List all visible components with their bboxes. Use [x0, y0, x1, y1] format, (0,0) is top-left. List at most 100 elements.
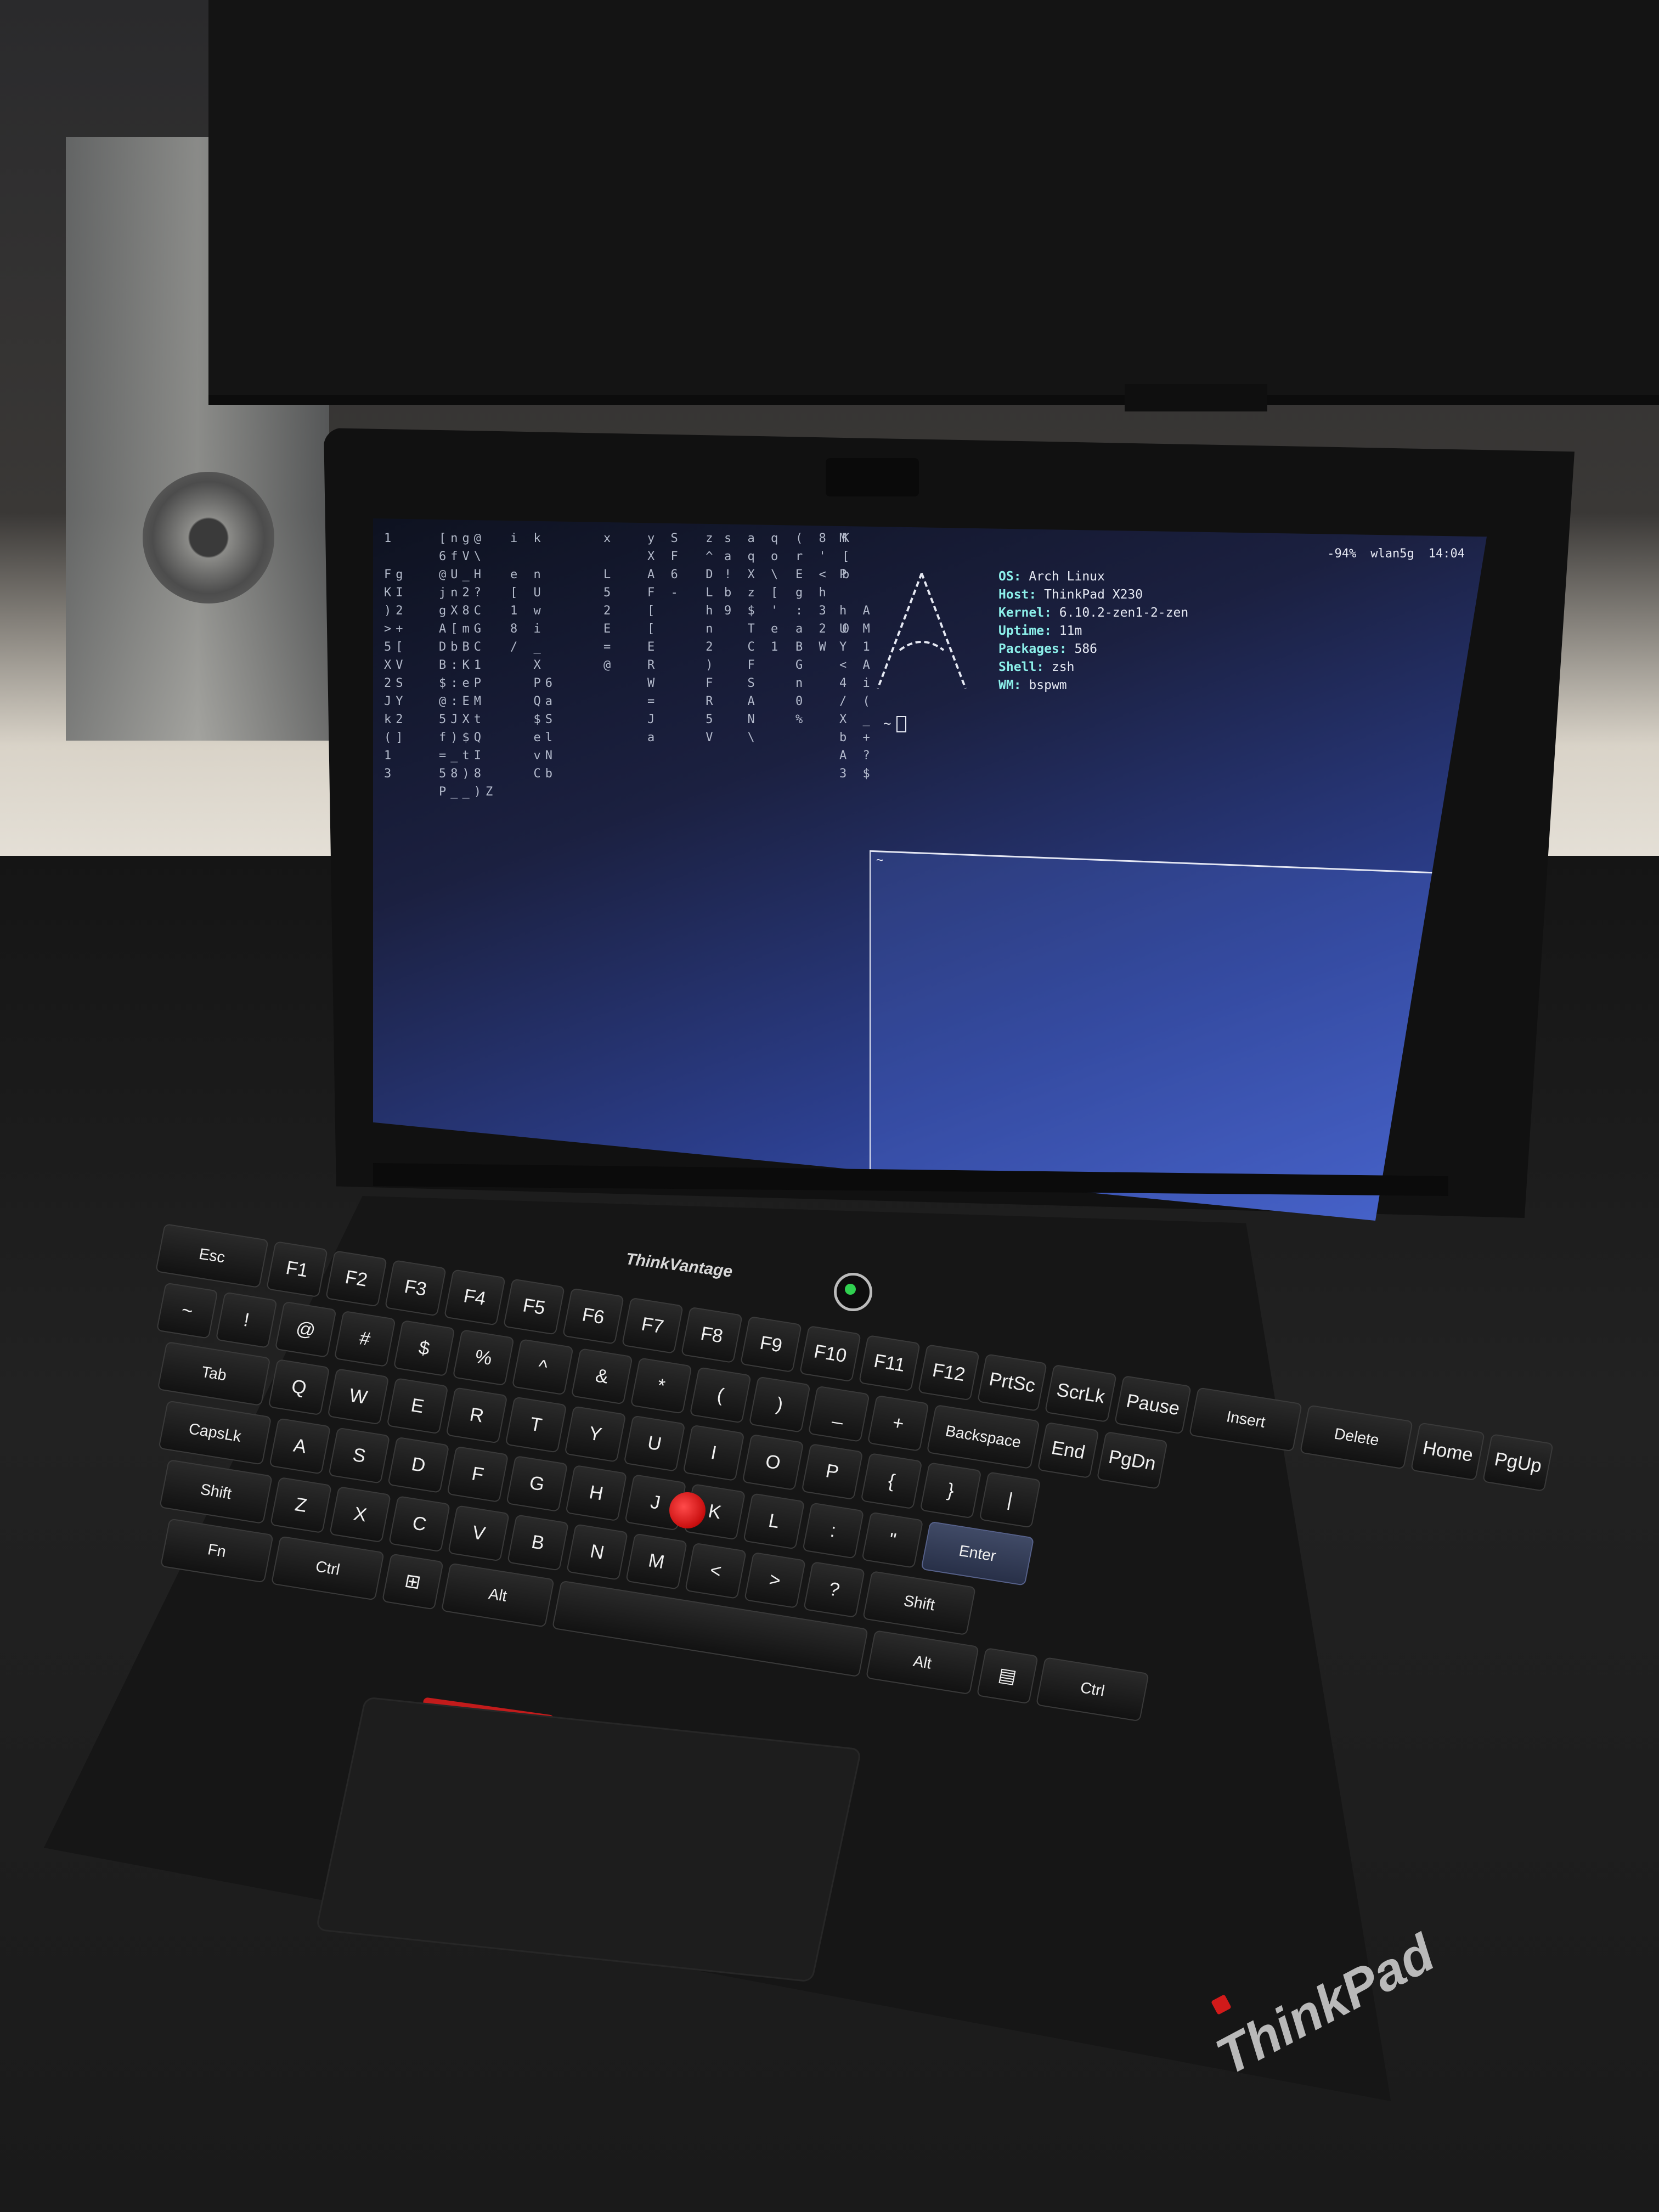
key-o[interactable]: O: [742, 1434, 804, 1491]
key-"[interactable]: ": [861, 1511, 924, 1568]
key-?[interactable]: ?: [803, 1561, 866, 1618]
key-pgdn[interactable]: PgDn: [1096, 1431, 1168, 1489]
key-![interactable]: !: [215, 1291, 278, 1348]
key-f10[interactable]: F10: [799, 1325, 861, 1383]
key-d[interactable]: D: [387, 1436, 450, 1493]
key-%[interactable]: %: [452, 1329, 515, 1386]
matrix-column: i k e n [ U 1 w 8 i / _ X P6 Qa $S el vN…: [510, 532, 557, 781]
key-([interactable]: (: [689, 1367, 752, 1424]
key-f8[interactable]: F8: [680, 1306, 743, 1363]
key-t[interactable]: T: [505, 1396, 567, 1453]
key-:[interactable]: :: [802, 1502, 865, 1559]
system-info-row: Kernel: 6.10.2-zen1-2-zen: [998, 604, 1188, 622]
key-@[interactable]: @: [274, 1301, 337, 1358]
key-<[interactable]: <: [685, 1542, 747, 1599]
key-p[interactable]: P: [801, 1443, 864, 1500]
neofetch-output: OS: Arch Linux Host: ThinkPad X230 Kernel:…: [867, 568, 1251, 710]
key-&[interactable]: &: [571, 1348, 633, 1405]
key-w[interactable]: W: [327, 1368, 390, 1425]
key-alt[interactable]: Alt: [865, 1630, 979, 1695]
terminal-prompt[interactable]: ~: [883, 716, 907, 732]
key-f3[interactable]: F3: [384, 1260, 447, 1317]
key-f7[interactable]: F7: [621, 1297, 684, 1354]
key-*[interactable]: *: [630, 1357, 692, 1414]
key-i[interactable]: I: [682, 1424, 745, 1481]
key-ctrl[interactable]: Ctrl: [270, 1536, 385, 1601]
key-shift[interactable]: Shift: [159, 1459, 273, 1525]
arch-logo-icon: [877, 573, 967, 689]
photo-scene: 1 Fg KI )2 >+ 5[ XV 2S JY k2 (] 1 3 [ng@…: [0, 0, 1659, 2212]
key-}[interactable]: }: [919, 1462, 982, 1519]
key-end[interactable]: End: [1037, 1421, 1099, 1479]
power-led-icon: [845, 1284, 856, 1295]
webcam-bezel: [826, 458, 919, 496]
key-b[interactable]: B: [507, 1514, 569, 1571]
key-g[interactable]: G: [506, 1455, 568, 1513]
key-^[interactable]: ^: [511, 1339, 574, 1396]
key-s[interactable]: S: [328, 1427, 391, 1484]
terminal-pane[interactable]: ~: [870, 850, 1447, 1221]
key-l[interactable]: L: [743, 1493, 805, 1550]
system-info-key: Kernel:: [998, 606, 1052, 620]
key-u[interactable]: U: [623, 1415, 686, 1472]
key-ctrl[interactable]: Ctrl: [1035, 1657, 1149, 1722]
key-~[interactable]: ~: [156, 1282, 218, 1339]
matrix-column: ( 8 K r ' [ E < b g h : 3 a 2 0 B W G n …: [795, 532, 854, 726]
key-_[interactable]: _: [808, 1385, 870, 1442]
matrix-column: s a q a q o ! X \ b z [ 9 $ ' T e C 1 F …: [724, 532, 783, 744]
key-f4[interactable]: F4: [443, 1269, 506, 1326]
key-f6[interactable]: F6: [562, 1288, 624, 1345]
key-f1[interactable]: F1: [266, 1240, 328, 1298]
key-)[interactable]: ): [748, 1376, 811, 1433]
key-backspace[interactable]: Backspace: [926, 1404, 1040, 1469]
key-home[interactable]: Home: [1410, 1422, 1486, 1481]
key-y[interactable]: Y: [564, 1406, 627, 1463]
trackpoint[interactable]: [669, 1492, 706, 1528]
key-q[interactable]: Q: [268, 1358, 330, 1416]
key-pause[interactable]: Pause: [1114, 1375, 1192, 1435]
key-n[interactable]: N: [566, 1523, 629, 1581]
key-a[interactable]: A: [269, 1418, 331, 1475]
key-f9[interactable]: F9: [740, 1316, 802, 1373]
system-info-value: Arch Linux: [1029, 569, 1105, 584]
key-f[interactable]: F: [447, 1446, 509, 1503]
pc-fan: [143, 472, 274, 603]
key-{[interactable]: {: [860, 1453, 923, 1510]
system-info-row: Packages: 586: [998, 640, 1188, 658]
key-x[interactable]: X: [329, 1486, 392, 1543]
key-capslk[interactable]: CapsLk: [158, 1400, 272, 1465]
key-f12[interactable]: F12: [917, 1344, 980, 1401]
key-v[interactable]: V: [448, 1505, 510, 1562]
key-tab[interactable]: Tab: [157, 1341, 271, 1407]
key-fn[interactable]: Fn: [160, 1518, 274, 1583]
key-e[interactable]: E: [386, 1378, 449, 1435]
key-pgup[interactable]: PgUp: [1482, 1434, 1554, 1492]
key-⊞[interactable]: ⊞: [381, 1553, 444, 1610]
key-shift[interactable]: Shift: [862, 1570, 977, 1636]
matrix-column: [ng@ 6fV\ @U_H jn2? gX8C A[mG DbBC B:K1 …: [439, 532, 498, 799]
key-alt[interactable]: Alt: [441, 1562, 555, 1628]
system-info-value: 6.10.2-zen1-2-zen: [1059, 606, 1189, 620]
key-z[interactable]: Z: [270, 1476, 332, 1534]
key-$[interactable]: $: [393, 1319, 455, 1377]
key-+[interactable]: +: [867, 1395, 929, 1452]
key-#[interactable]: #: [334, 1310, 396, 1368]
key-enter[interactable]: Enter: [921, 1521, 1035, 1586]
key-prtsc[interactable]: PrtSc: [977, 1353, 1048, 1412]
key->[interactable]: >: [744, 1551, 806, 1609]
key-▤[interactable]: ▤: [976, 1647, 1039, 1705]
system-info-key: OS:: [998, 569, 1022, 584]
laptop-screen: 1 Fg KI )2 >+ 5[ XV 2S JY k2 (] 1 3 [ng@…: [373, 518, 1487, 1221]
key-c[interactable]: C: [388, 1496, 451, 1553]
key-f5[interactable]: F5: [503, 1278, 565, 1335]
matrix-column: y S z X F ^ A 6 D F - L [ h [ n E 2 R ) …: [647, 532, 718, 744]
key-scrlk[interactable]: ScrLk: [1045, 1364, 1118, 1423]
key-f2[interactable]: F2: [325, 1250, 387, 1307]
matrix-column: 1 Fg KI )2 >+ 5[ XV 2S JY k2 (] 1 3: [384, 532, 408, 781]
key-m[interactable]: M: [625, 1533, 688, 1590]
clock: 14:04: [1428, 547, 1465, 561]
key-r[interactable]: R: [445, 1387, 508, 1444]
key-h[interactable]: H: [565, 1464, 628, 1522]
key-|[interactable]: |: [979, 1471, 1041, 1528]
key-f11[interactable]: F11: [858, 1335, 921, 1392]
